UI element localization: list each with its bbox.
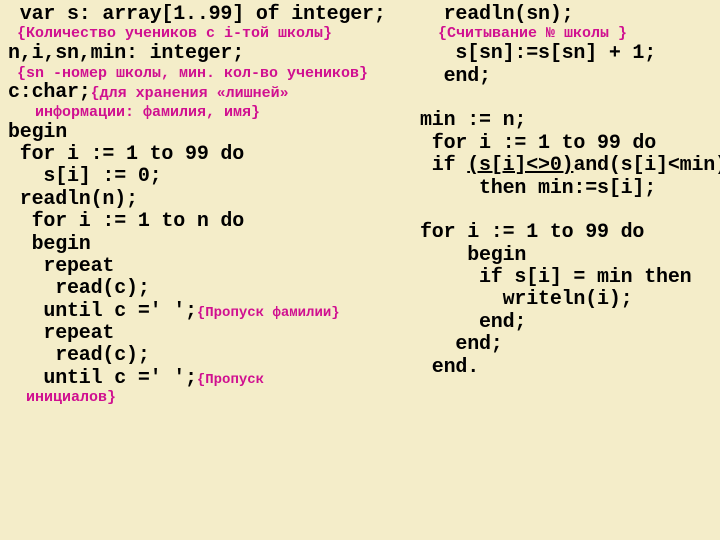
comment-line: {Количество учеников с i-той школы} bbox=[8, 26, 408, 43]
code-line: if (s[i]<>0)and(s[i]<min) bbox=[420, 155, 720, 177]
code-line: for i := 1 to 99 do bbox=[8, 144, 408, 166]
comment-line: инициалов} bbox=[8, 390, 408, 407]
code-line: s[i] := 0; bbox=[8, 166, 408, 188]
code-line: s[sn]:=s[sn] + 1; bbox=[420, 43, 720, 65]
comment-fragment: {для хранения «лишней» bbox=[91, 85, 289, 102]
code-line: repeat bbox=[8, 256, 408, 278]
code-line: until c =' ';{Пропуск фамилии} bbox=[8, 301, 408, 323]
code-line: repeat bbox=[8, 323, 408, 345]
right-column: readln(sn); {Считывание № школы } s[sn]:… bbox=[420, 4, 720, 379]
code-line: begin bbox=[8, 234, 408, 256]
code-line: begin bbox=[420, 245, 720, 267]
code-line: read(c); bbox=[8, 278, 408, 300]
code-line: if s[i] = min then bbox=[420, 267, 720, 289]
comment-fragment: {Пропуск bbox=[197, 372, 264, 388]
code-line: begin bbox=[8, 122, 408, 144]
comment-line: информации: фамилия, имя} bbox=[8, 105, 408, 122]
code-line: var s: array[1..99] of integer; bbox=[8, 4, 408, 26]
code-line: then min:=s[i]; bbox=[420, 178, 720, 200]
code-line: end. bbox=[420, 357, 720, 379]
code-line: read(c); bbox=[8, 345, 408, 367]
code-line: end; bbox=[420, 334, 720, 356]
code-fragment: until c =' '; bbox=[8, 300, 197, 323]
code-line: for i := 1 to n do bbox=[8, 211, 408, 233]
code-line: for i := 1 to 99 do bbox=[420, 133, 720, 155]
code-fragment: and(s[i]<min) bbox=[573, 154, 720, 177]
code-line: until c =' ';{Пропуск bbox=[8, 368, 408, 390]
comment-line: {sn -номер школы, мин. кол-во учеников} bbox=[8, 66, 408, 83]
underlined-fragment: (s[i]<>0) bbox=[467, 154, 573, 177]
blank-line bbox=[420, 200, 720, 222]
slide: var s: array[1..99] of integer; {Количес… bbox=[0, 0, 720, 540]
code-line: readln(n); bbox=[8, 189, 408, 211]
code-fragment: if bbox=[420, 154, 467, 177]
code-fragment: until c =' '; bbox=[8, 367, 197, 390]
code-line: writeln(i); bbox=[420, 289, 720, 311]
code-line: end; bbox=[420, 312, 720, 334]
code-line: end; bbox=[420, 66, 720, 88]
code-fragment: c:char; bbox=[8, 81, 91, 104]
code-line: readln(sn); bbox=[420, 4, 720, 26]
code-line: n,i,sn,min: integer; bbox=[8, 43, 408, 65]
blank-line bbox=[420, 88, 720, 110]
left-column: var s: array[1..99] of integer; {Количес… bbox=[8, 4, 408, 407]
comment-fragment: {Пропуск фамилии} bbox=[197, 305, 340, 321]
comment-line: {Считывание № школы } bbox=[420, 26, 720, 43]
code-line: min := n; bbox=[420, 110, 720, 132]
code-line: for i := 1 to 99 do bbox=[420, 222, 720, 244]
code-line: c:char;{для хранения «лишней» bbox=[8, 82, 408, 104]
